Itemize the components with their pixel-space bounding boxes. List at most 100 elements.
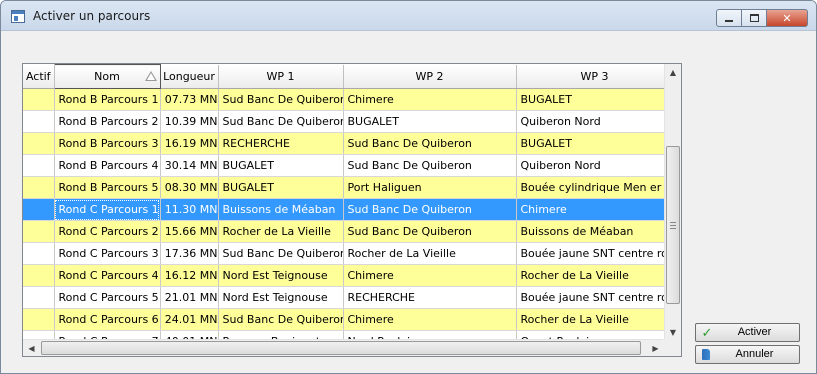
vertical-scroll-thumb[interactable] — [666, 146, 680, 304]
cell-actif[interactable] — [23, 88, 55, 111]
table-row[interactable]: Rond C Parcours 4 16.12 MN Nord Est Teigno… — [23, 264, 674, 287]
table-row[interactable]: Rond B Parcours 2 10.39 MN Sud Banc De Qui… — [23, 110, 674, 133]
cell-nom[interactable]: Rond C Parcours 3 — [54, 242, 161, 265]
maximize-button[interactable] — [741, 9, 767, 27]
column-header-wp3[interactable]: WP 3 — [516, 64, 674, 89]
cell-actif[interactable] — [23, 154, 55, 177]
cell-actif[interactable] — [23, 110, 55, 133]
vertical-scrollbar[interactable]: ▲ ▼ — [664, 64, 681, 341]
cell-longueur[interactable]: 08.30 MN — [160, 176, 219, 199]
cell-actif[interactable] — [23, 220, 55, 243]
cell-wp3[interactable]: BUGALET — [516, 132, 674, 155]
cell-longueur[interactable]: 07.73 MN — [160, 88, 219, 111]
cell-actif[interactable] — [23, 308, 55, 331]
cell-actif[interactable] — [23, 242, 55, 265]
cell-wp3[interactable]: Buissons de Méaban — [516, 220, 674, 243]
column-header-wp2[interactable]: WP 2 — [343, 64, 517, 89]
cell-actif[interactable] — [23, 198, 55, 221]
scroll-right-icon[interactable]: ▶ — [647, 340, 664, 356]
cell-wp2[interactable]: Sud Banc De Quiberon — [343, 220, 517, 243]
table-row[interactable]: Rond B Parcours 1 07.73 MN Sud Banc De Qui… — [23, 88, 674, 111]
cell-longueur[interactable]: 16.19 MN — [160, 132, 219, 155]
cell-wp1[interactable]: Sud Banc De Quiberon — [218, 242, 344, 265]
cell-longueur[interactable]: 21.01 MN — [160, 286, 219, 309]
cell-longueur[interactable]: 16.12 MN — [160, 264, 219, 287]
caption-buttons: ✕ — [716, 9, 808, 27]
app-window-icon — [11, 10, 25, 23]
cell-actif[interactable] — [23, 132, 55, 155]
horizontal-scroll-thumb[interactable] — [41, 341, 641, 355]
scroll-left-icon[interactable]: ◀ — [23, 340, 40, 356]
activate-button[interactable]: ✓ Activer — [695, 323, 800, 342]
table-row[interactable]: Rond B Parcours 3 16.19 MN RECHERCHE Sud Ba… — [23, 132, 674, 155]
cancel-button[interactable]: Annuler — [695, 345, 800, 364]
cell-wp1[interactable]: Nord Est Teignouse — [218, 264, 344, 287]
cell-longueur[interactable]: 17.36 MN — [160, 242, 219, 265]
cell-wp1[interactable]: Nord Est Teignouse — [218, 286, 344, 309]
scrollbar-corner — [663, 339, 681, 356]
table-row[interactable]: Rond C Parcours 6 24.01 MN Sud Banc De Qui… — [23, 308, 674, 331]
cell-nom[interactable]: Rond C Parcours 1 — [54, 198, 161, 221]
cell-wp1[interactable]: RECHERCHE — [218, 132, 344, 155]
table-row[interactable]: Rond C Parcours 2 15.66 MN Rocher de La Vi… — [23, 220, 674, 243]
cell-actif[interactable] — [23, 264, 55, 287]
cell-longueur[interactable]: 15.66 MN — [160, 220, 219, 243]
title-bar[interactable]: Activer un parcours ✕ — [1, 1, 816, 31]
cell-wp3[interactable]: Chimere — [516, 198, 674, 221]
cell-wp2[interactable]: Chimere — [343, 264, 517, 287]
cell-nom[interactable]: Rond B Parcours 3 — [54, 132, 161, 155]
cell-wp2[interactable]: Sud Banc De Quiberon — [343, 154, 517, 177]
cell-wp1[interactable]: Sud Banc De Quiberon — [218, 308, 344, 331]
cell-wp2[interactable]: Port Haliguen — [343, 176, 517, 199]
routes-table: Actif Nom Longueur WP 1 WP 2 WP 3 Rond B… — [23, 64, 674, 353]
cell-nom[interactable]: Rond C Parcours 4 — [54, 264, 161, 287]
cell-nom[interactable]: Rond C Parcours 5 — [54, 286, 161, 309]
cell-longueur[interactable]: 10.39 MN — [160, 110, 219, 133]
column-header-longueur[interactable]: Longueur — [160, 64, 219, 89]
cell-wp3[interactable]: BUGALET — [516, 88, 674, 111]
cell-nom[interactable]: Rond C Parcours 6 — [54, 308, 161, 331]
cell-nom[interactable]: Rond C Parcours 2 — [54, 220, 161, 243]
column-header-actif[interactable]: Actif — [23, 64, 55, 89]
table-row[interactable]: Rond B Parcours 5 08.30 MN BUGALET Port Hal… — [23, 176, 674, 199]
table-row[interactable]: Rond C Parcours 5 21.01 MN Nord Est Teigno… — [23, 286, 674, 309]
cell-wp2[interactable]: Chimere — [343, 88, 517, 111]
table-row[interactable]: Rond C Parcours 3 17.36 MN Sud Banc De Qui… — [23, 242, 674, 265]
cell-longueur[interactable]: 11.30 MN — [160, 198, 219, 221]
cell-wp1[interactable]: Rocher de La Vieille — [218, 220, 344, 243]
table-row[interactable]: Rond C Parcours 1 11.30 MN Buissons de Méa… — [23, 198, 674, 221]
cell-actif[interactable] — [23, 286, 55, 309]
cell-wp3[interactable]: Rocher de La Vieille — [516, 308, 674, 331]
column-header-wp1[interactable]: WP 1 — [218, 64, 344, 89]
minimize-button[interactable] — [716, 9, 742, 27]
column-header-nom[interactable]: Nom — [53, 64, 161, 89]
cell-wp1[interactable]: BUGALET — [218, 154, 344, 177]
close-button[interactable]: ✕ — [766, 9, 808, 27]
cell-wp2[interactable]: BUGALET — [343, 110, 517, 133]
cell-wp3[interactable]: Bouée cylindrique Men er R — [516, 176, 674, 199]
cell-wp2[interactable]: RECHERCHE — [343, 286, 517, 309]
cell-longueur[interactable]: 30.14 MN — [160, 154, 219, 177]
cell-wp3[interactable]: Bouée jaune SNT centre ror — [516, 286, 674, 309]
cell-longueur[interactable]: 24.01 MN — [160, 308, 219, 331]
cell-wp3[interactable]: Quiberon Nord — [516, 110, 674, 133]
cell-wp2[interactable]: Chimere — [343, 308, 517, 331]
cell-wp1[interactable]: BUGALET — [218, 176, 344, 199]
cell-wp2[interactable]: Rocher de La Vieille — [343, 242, 517, 265]
scroll-up-icon[interactable]: ▲ — [665, 64, 681, 81]
cell-nom[interactable]: Rond B Parcours 5 — [54, 176, 161, 199]
cell-actif[interactable] — [23, 176, 55, 199]
cell-wp2[interactable]: Sud Banc De Quiberon — [343, 132, 517, 155]
cell-nom[interactable]: Rond B Parcours 4 — [54, 154, 161, 177]
cell-wp2[interactable]: Sud Banc De Quiberon — [343, 198, 517, 221]
cell-wp1[interactable]: Buissons de Méaban — [218, 198, 344, 221]
cell-nom[interactable]: Rond B Parcours 1 — [54, 88, 161, 111]
cell-wp1[interactable]: Sud Banc De Quiberon — [218, 88, 344, 111]
table-row[interactable]: Rond B Parcours 4 30.14 MN BUGALET Sud Banc… — [23, 154, 674, 177]
cell-wp3[interactable]: Bouée jaune SNT centre ror — [516, 242, 674, 265]
horizontal-scrollbar[interactable]: ◀ ▶ — [23, 339, 664, 356]
cell-wp3[interactable]: Quiberon Nord — [516, 154, 674, 177]
cell-wp1[interactable]: Sud Banc De Quiberon — [218, 110, 344, 133]
cell-wp3[interactable]: Rocher de La Vieille — [516, 264, 674, 287]
cell-nom[interactable]: Rond B Parcours 2 — [54, 110, 161, 133]
